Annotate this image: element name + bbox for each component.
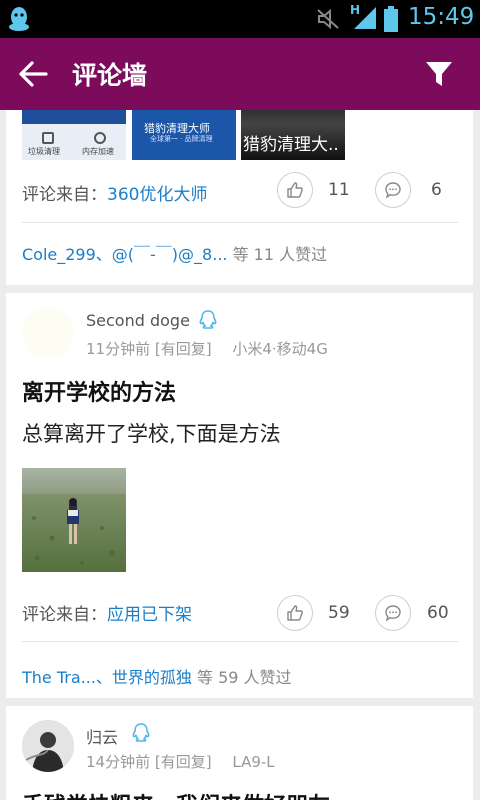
page-title: 评论墙 xyxy=(72,61,148,90)
comment-bubble-icon xyxy=(385,605,401,622)
post-time: 14分钟前 xyxy=(86,753,151,771)
qq-badge-icon xyxy=(199,310,217,329)
source-app-link[interactable]: 360优化大师 xyxy=(107,185,207,205)
post-card: Second doge 11分钟前 [有回复] 小米4·移动4G 离开学校的方法… xyxy=(6,293,473,698)
arrow-left-icon[interactable] xyxy=(18,60,48,88)
thumbnail-caption: 猎豹清理大.. xyxy=(243,135,339,155)
avatar-image xyxy=(22,720,74,772)
reply-tag: [有回复] xyxy=(154,753,212,771)
username[interactable]: Second doge xyxy=(86,311,190,330)
source-label: 评论来自： xyxy=(22,605,107,625)
post-image[interactable]: 猎豹清理大师 全球第一 · 品牌清理 xyxy=(132,110,236,160)
post-meta: 11分钟前 [有回复] 小米4·移动4G xyxy=(86,338,328,359)
username[interactable]: 归云 xyxy=(86,724,118,748)
thumbnail-subcaption: 全球第一 · 品牌清理 xyxy=(150,135,213,143)
divider xyxy=(22,222,458,223)
like-count: 59 xyxy=(328,603,350,623)
liked-by-line: The Tra...、世界的孤独 等 59 人赞过 xyxy=(22,664,292,688)
source-line: 评论来自：应用已下架 xyxy=(22,600,192,625)
source-line: 评论来自：360优化大师 xyxy=(22,180,207,205)
liked-by-suffix: 等 59 人赞过 xyxy=(197,668,292,687)
source-app-link[interactable]: 应用已下架 xyxy=(107,605,192,625)
speed-icon xyxy=(94,132,106,144)
game-screenshot xyxy=(22,468,126,572)
post-image[interactable]: 垃圾清理 内存加速 xyxy=(22,110,126,160)
qq-badge-icon xyxy=(132,723,150,742)
post-card: 垃圾清理 内存加速 猎豹清理大师 全球第一 · 品牌清理 猎豹清理大.. 评论来… xyxy=(6,110,473,285)
liked-by-names[interactable]: Cole_299、@(￣-￣)@_8... xyxy=(22,245,228,264)
post-title[interactable]: 手残党快粗来，我们来做好朋友 xyxy=(22,788,330,800)
thumbnail-label: 内存加速 xyxy=(82,147,114,156)
status-time: 15:49 xyxy=(408,4,475,30)
post-image[interactable]: 猎豹清理大.. xyxy=(241,110,345,160)
post-image[interactable] xyxy=(22,468,126,572)
avatar[interactable] xyxy=(22,307,74,359)
divider xyxy=(22,641,458,642)
thumbnail-header xyxy=(22,110,126,124)
status-bar: H 15:49 xyxy=(0,0,480,38)
liked-by-names[interactable]: The Tra...、世界的孤独 xyxy=(22,668,192,687)
reply-tag: [有回复] xyxy=(154,340,212,358)
device-info: LA9-L xyxy=(232,753,275,771)
thumbs-up-icon xyxy=(287,182,303,198)
battery-icon xyxy=(384,6,398,32)
post-time: 11分钟前 xyxy=(86,340,151,358)
comment-bubble-icon xyxy=(385,182,401,199)
post-body[interactable]: 总算离开了学校,下面是方法 xyxy=(22,418,281,448)
comment-count: 60 xyxy=(427,603,449,623)
liked-by-suffix: 等 11 人赞过 xyxy=(232,245,328,264)
post-meta: 14分钟前 [有回复] LA9-L xyxy=(86,751,275,772)
filter-icon[interactable] xyxy=(424,60,454,88)
comment-button[interactable] xyxy=(375,172,411,208)
thumbs-up-icon xyxy=(287,605,303,621)
mute-icon xyxy=(317,8,339,30)
trash-icon xyxy=(42,132,54,144)
post-card: 归云 14分钟前 [有回复] LA9-L 手残党快粗来，我们来做好朋友 xyxy=(6,706,473,800)
qq-icon xyxy=(9,7,29,31)
comment-feed[interactable]: 垃圾清理 内存加速 猎豹清理大师 全球第一 · 品牌清理 猎豹清理大.. 评论来… xyxy=(0,110,480,800)
comment-count: 6 xyxy=(431,180,442,200)
source-label: 评论来自： xyxy=(22,185,107,205)
thumbnail-label: 垃圾清理 xyxy=(28,147,60,156)
like-count: 11 xyxy=(328,180,350,200)
app-bar: 评论墙 xyxy=(0,38,480,110)
liked-by-line: Cole_299、@(￣-￣)@_8... 等 11 人赞过 xyxy=(22,241,327,265)
comment-button[interactable] xyxy=(375,595,411,631)
like-button[interactable] xyxy=(277,595,313,631)
signal-icon xyxy=(354,7,376,29)
avatar[interactable] xyxy=(22,720,74,772)
like-button[interactable] xyxy=(277,172,313,208)
device-info: 小米4·移动4G xyxy=(232,340,328,358)
post-title[interactable]: 离开学校的方法 xyxy=(22,375,176,407)
